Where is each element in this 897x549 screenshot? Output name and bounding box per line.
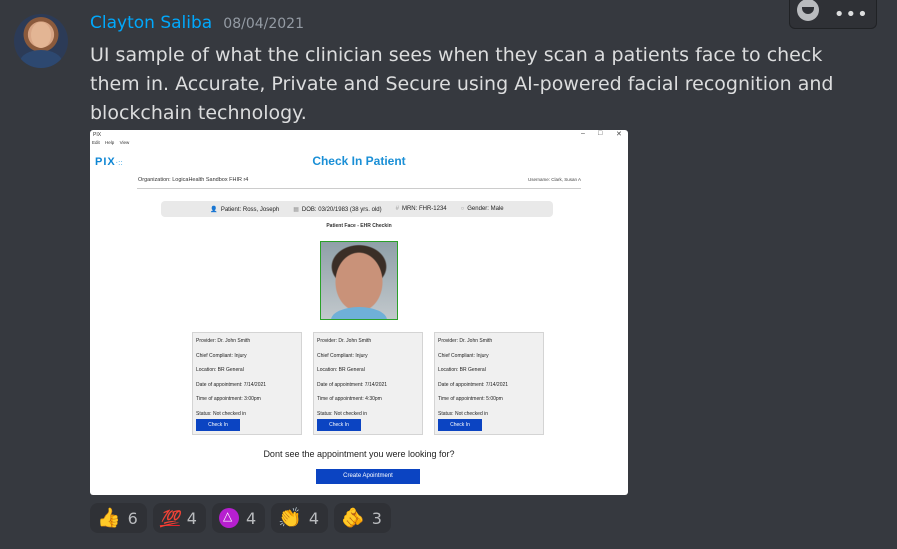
patient-face-photo <box>320 241 398 320</box>
appointment-provider: Provider: Dr. John Smith <box>317 338 372 344</box>
menu-edit: Edit <box>92 140 100 145</box>
appointment-status: Status: Not checked in <box>438 410 489 417</box>
appointment-card: Provider: Dr. John Smith Chief Compliant… <box>192 332 302 435</box>
appointment-complaint: Chief Compliant: Injury <box>317 352 368 359</box>
patient-gender: Gender: Male <box>467 206 504 212</box>
patient-dob: DOB: 03/20/1983 (38 yrs. old) <box>301 206 382 213</box>
appointment-status: Status: Not checked in <box>317 410 368 417</box>
appointment-location: Location: BR General <box>196 367 244 373</box>
appointment-complaint: Chief Compliant: Injury <box>196 352 247 359</box>
missing-appointment-text: Dont see the appointment you were lookin… <box>263 449 455 459</box>
check-in-button[interactable]: Check In <box>438 419 482 431</box>
message-header: Clayton Saliba 08/04/2021 <box>90 13 304 33</box>
reaction-count: 3 <box>371 508 382 528</box>
appointment-provider: Provider: Dr. John Smith <box>196 338 251 344</box>
avatar-shirt <box>20 50 62 68</box>
menu-help: Help <box>105 140 115 145</box>
page-title: Check In Patient <box>312 154 406 168</box>
appointment-card: Provider: Dr. John Smith Chief Compliant… <box>313 332 423 435</box>
clapping-hands-icon: 👏 <box>278 506 302 529</box>
calendar-icon: ▦ <box>293 206 299 213</box>
reaction-crypto[interactable]: 4 <box>211 503 266 533</box>
reaction-pointing[interactable]: 🫵 3 <box>334 503 391 533</box>
close-icon: ✕ <box>616 131 622 138</box>
pointing-hand-icon: 🫵 <box>341 506 365 529</box>
patient-info-bar: 👤 Patient: Ross, Joseph ▦ DOB: 03/20/1983 … <box>161 201 553 217</box>
reaction-hundred[interactable]: 💯 4 <box>152 503 206 533</box>
reaction-count: 4 <box>245 508 257 528</box>
gender-icon: ○ <box>460 206 465 212</box>
organization-label: Organization: LogicaHealth Sandbox FHIR … <box>138 177 249 183</box>
face-caption: Patient Face - EHR Checkin <box>326 223 392 229</box>
crypto-logo-icon <box>218 508 239 528</box>
check-in-button[interactable]: Check In <box>317 419 361 431</box>
attached-screenshot[interactable]: PIX – □ ✕ Edit Help View PIX·:: Check In… <box>90 130 628 495</box>
photo-shirt <box>331 307 387 319</box>
username-label: Username: Clark, Susan A <box>527 177 581 182</box>
appointment-location: Location: BR General <box>438 367 486 373</box>
appointment-provider: Provider: Dr. John Smith <box>438 338 493 344</box>
appointment-location: Location: BR General <box>317 367 365 373</box>
reaction-count: 6 <box>127 508 138 528</box>
check-in-button[interactable]: Check In <box>196 419 240 431</box>
message-actions: ••• <box>789 0 877 29</box>
reaction-count: 4 <box>308 508 320 528</box>
author-name[interactable]: Clayton Saliba <box>90 13 212 33</box>
avatar-face <box>31 22 51 48</box>
reaction-count: 4 <box>186 508 197 528</box>
hash-icon: # <box>395 206 399 212</box>
hundred-points-icon: 💯 <box>159 508 180 528</box>
appointment-date: Date of appointment: 7/14/2021 <box>438 381 509 388</box>
window-app-name: PIX <box>93 132 102 138</box>
appointment-date: Date of appointment: 7/14/2021 <box>317 381 388 388</box>
appointment-time: Time of appointment: 3:00pm <box>196 396 261 402</box>
reaction-clap[interactable]: 👏 4 <box>271 503 329 533</box>
appointment-time: Time of appointment: 4:30pm <box>317 396 382 402</box>
thumbs-up-icon: 👍 <box>97 506 121 529</box>
menu-view: View <box>119 140 130 145</box>
message-text: UI sample of what the clinician sees whe… <box>90 44 834 124</box>
maximize-icon: □ <box>598 130 603 137</box>
patient-name: Patient: Ross, Joseph <box>220 206 280 213</box>
add-reaction-icon[interactable] <box>797 0 820 21</box>
appointment-complaint: Chief Compliant: Injury <box>438 352 489 359</box>
minimize-icon: – <box>581 130 585 137</box>
appointment-status: Status: Not checked in <box>196 410 247 417</box>
window-titlebar: PIX – □ ✕ <box>90 130 628 140</box>
create-appointment-button[interactable]: Create Apointment <box>316 469 420 484</box>
appointment-date: Date of appointment: 7/14/2021 <box>196 381 267 388</box>
message-timestamp: 08/04/2021 <box>223 16 304 32</box>
window-menubar: Edit Help View <box>90 140 628 147</box>
reaction-thumbs-up[interactable]: 👍 6 <box>90 503 147 533</box>
patient-mrn: MRN: FHR-1234 <box>401 206 447 212</box>
appointment-card: Provider: Dr. John Smith Chief Compliant… <box>434 332 544 435</box>
reactions-bar: 👍 6 💯 4 4 👏 4 🫵 3 <box>90 503 391 533</box>
author-avatar[interactable] <box>14 14 68 68</box>
person-icon: 👤 <box>210 206 218 213</box>
header-divider <box>137 188 581 189</box>
appointment-time: Time of appointment: 5:00pm <box>438 396 503 402</box>
more-options-icon[interactable]: ••• <box>834 4 869 25</box>
